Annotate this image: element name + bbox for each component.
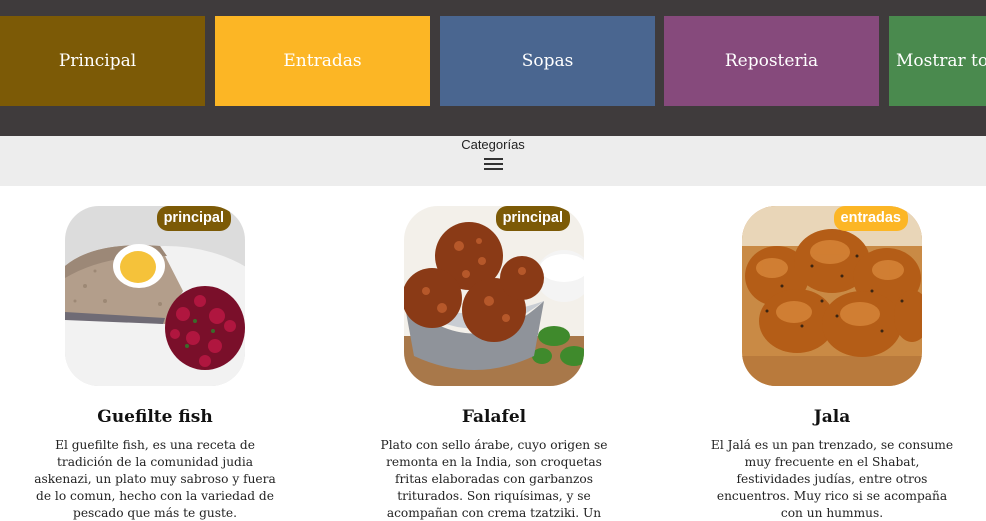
dish-image-falafel[interactable]: principal bbox=[404, 206, 584, 386]
dish-card-falafel: principal Falafel Plato con sello árabe,… bbox=[344, 206, 644, 521]
dish-image-guefilte-fish[interactable]: principal bbox=[65, 206, 245, 386]
category-tile-entradas[interactable]: Entradas bbox=[215, 16, 430, 106]
dish-card-guefilte-fish: principal Guefilte fish El guefilte fish… bbox=[5, 206, 305, 521]
hamburger-menu-icon[interactable] bbox=[484, 158, 503, 171]
category-tile-principal[interactable]: Principal bbox=[0, 16, 205, 106]
dish-description: El guefilte fish, es una receta de tradi… bbox=[34, 438, 276, 520]
category-tile-sopas[interactable]: Sopas bbox=[440, 16, 655, 106]
category-menu-title: Categorías bbox=[461, 137, 525, 152]
category-tile-reposteria[interactable]: Reposteria bbox=[664, 16, 879, 106]
dish-card-jala: entradas Jala El Jalá es un pan trenzado… bbox=[682, 206, 982, 521]
dish-category-badge: principal bbox=[495, 206, 570, 231]
category-menu-bar: Categorías bbox=[0, 136, 986, 186]
dish-category-badge: principal bbox=[156, 206, 231, 231]
category-tile-mostrar-todo[interactable]: Mostrar todo bbox=[889, 16, 986, 106]
dish-category-badge: entradas bbox=[833, 206, 908, 231]
dish-title: Falafel bbox=[461, 407, 527, 427]
category-tiles-bar: Principal Entradas Sopas Reposteria Most… bbox=[0, 0, 986, 136]
dish-description: El Jalá es un pan trenzado, se consume m… bbox=[710, 438, 954, 520]
dish-image-jala[interactable]: entradas bbox=[742, 206, 922, 386]
dish-title: Jala bbox=[813, 407, 851, 427]
dish-title: Guefilte fish bbox=[97, 407, 213, 427]
dish-description: Plato con sello árabe, cuyo origen se re… bbox=[380, 438, 608, 520]
